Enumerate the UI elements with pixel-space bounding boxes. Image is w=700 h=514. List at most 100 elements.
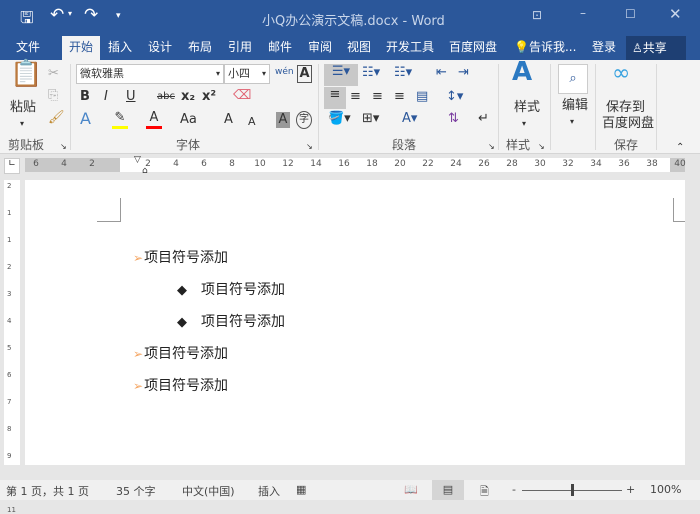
cut-icon[interactable]: ✂ bbox=[48, 66, 59, 82]
italic-button[interactable]: I bbox=[104, 89, 108, 105]
bullets-button[interactable]: ☰▾ bbox=[324, 64, 358, 86]
chevron-down-icon[interactable]: ▾ bbox=[570, 114, 574, 130]
font-color-button[interactable]: A bbox=[146, 110, 162, 129]
align-center-button[interactable]: ≡ bbox=[350, 89, 361, 105]
tab-view[interactable]: 视图 bbox=[347, 38, 371, 56]
maximize-icon[interactable]: ☐ bbox=[625, 7, 636, 21]
font-launcher-icon[interactable]: ↘ bbox=[306, 139, 313, 155]
borders-button[interactable]: ⊞▾ bbox=[362, 111, 379, 127]
insert-mode[interactable]: 插入 bbox=[258, 483, 280, 499]
customize-qat-icon[interactable]: ▾ bbox=[116, 11, 121, 21]
enclose-char-button[interactable]: 字 bbox=[296, 111, 312, 129]
chevron-down-icon[interactable]: ▾ bbox=[216, 65, 220, 83]
read-mode-icon[interactable]: 📖 bbox=[404, 483, 418, 496]
list-item[interactable]: ➢项目符号添加 bbox=[133, 376, 228, 396]
minimize-icon[interactable]: – bbox=[580, 6, 586, 20]
styles-launcher-icon[interactable]: ↘ bbox=[538, 139, 545, 155]
web-layout-icon[interactable]: 🗎 bbox=[480, 483, 489, 502]
strikethrough-button[interactable]: abc bbox=[157, 89, 175, 105]
zoom-in-button[interactable]: + bbox=[626, 483, 635, 496]
print-layout-icon[interactable]: ▤ bbox=[432, 480, 464, 500]
close-icon[interactable]: ✕ bbox=[669, 5, 682, 23]
undo-dropdown-icon[interactable]: ▾ bbox=[68, 9, 72, 18]
language[interactable]: 中文(中国) bbox=[182, 483, 235, 499]
justify-button[interactable]: ≡ bbox=[394, 89, 405, 105]
tab-baidu[interactable]: 百度网盘 bbox=[449, 38, 497, 56]
line-spacing-button[interactable]: ↕▾ bbox=[446, 89, 463, 105]
sort-button[interactable]: ⇅ bbox=[448, 111, 459, 127]
tab-insert[interactable]: 插入 bbox=[108, 38, 132, 56]
page-count[interactable]: 第 1 页，共 1 页 bbox=[6, 483, 89, 499]
hanging-indent-marker[interactable]: ⌂ bbox=[142, 166, 148, 176]
shading-button[interactable]: 🪣▾ bbox=[328, 111, 351, 127]
list-item[interactable]: ◆ 项目符号添加 bbox=[177, 280, 285, 301]
tab-design[interactable]: 设计 bbox=[148, 38, 172, 56]
bold-button[interactable]: B bbox=[80, 89, 90, 105]
tab-selector-icon[interactable]: ∟ bbox=[4, 158, 20, 174]
vertical-ruler[interactable]: 211234567891011 bbox=[4, 180, 20, 514]
save-to-baidu-line1[interactable]: 保存到 bbox=[606, 100, 645, 116]
format-painter-icon[interactable]: 🖌 bbox=[48, 110, 65, 126]
char-spacing-button[interactable]: A▾ bbox=[402, 111, 417, 127]
editing-button[interactable]: 编辑 bbox=[562, 98, 588, 114]
change-case-button[interactable]: Aa bbox=[180, 112, 197, 128]
zoom-level[interactable]: 100% bbox=[650, 483, 681, 496]
first-line-indent-marker[interactable]: ▽ bbox=[134, 155, 141, 165]
collapse-ribbon-icon[interactable]: ⌃ bbox=[676, 140, 684, 156]
tab-file[interactable]: 文件 bbox=[16, 38, 40, 56]
horizontal-ruler[interactable]: ∟ 6 4 2 2 4 6 8 10 12 14 16 18 20 22 24 26 28 30 32 34 36 38 4… bbox=[0, 155, 700, 176]
increase-indent-button[interactable]: ⇥ bbox=[458, 65, 469, 81]
login-button[interactable]: 登录 bbox=[592, 38, 616, 56]
tab-home[interactable]: 开始 bbox=[62, 36, 101, 60]
font-name-field[interactable]: 微软雅黑 ▾ bbox=[76, 64, 224, 84]
redo-icon[interactable]: ↷ bbox=[84, 5, 98, 25]
multilevel-list-button[interactable]: ☷▾ bbox=[394, 65, 412, 81]
paragraph-launcher-icon[interactable]: ↘ bbox=[488, 139, 495, 155]
paste-button[interactable]: 粘贴 bbox=[10, 100, 36, 116]
tab-layout[interactable]: 布局 bbox=[188, 38, 212, 56]
chevron-down-icon[interactable]: ▾ bbox=[522, 116, 526, 132]
numbering-button[interactable]: ☷▾ bbox=[362, 65, 380, 81]
copy-icon[interactable]: ⎘ bbox=[48, 88, 58, 104]
tab-references[interactable]: 引用 bbox=[228, 38, 252, 56]
decrease-indent-button[interactable]: ⇤ bbox=[436, 65, 447, 81]
list-item[interactable]: ➢项目符号添加 bbox=[133, 344, 228, 364]
baidu-netdisk-icon[interactable]: ∞ bbox=[612, 63, 630, 85]
clear-formatting-icon[interactable]: ⌫ bbox=[233, 88, 251, 104]
tab-developer[interactable]: 开发工具 bbox=[386, 38, 434, 56]
document-page[interactable]: ➢项目符号添加 ◆ 项目符号添加 ◆ 项目符号添加 ➢项目符号添加 ➢项目符号添加 bbox=[25, 180, 685, 465]
font-size-field[interactable]: 小四 ▾ bbox=[224, 64, 270, 84]
tell-me[interactable]: 💡告诉我... bbox=[514, 38, 576, 56]
undo-icon[interactable]: ↶ bbox=[50, 5, 64, 25]
macro-icon[interactable]: ▦ bbox=[296, 483, 306, 496]
search-icon[interactable]: ⌕ bbox=[558, 64, 588, 94]
paste-icon[interactable]: 📋 bbox=[10, 61, 42, 87]
styles-icon[interactable]: A bbox=[512, 59, 532, 85]
subscript-button[interactable]: x₂ bbox=[181, 89, 195, 105]
restore-ribbon-icon[interactable]: ⊡ bbox=[532, 8, 542, 22]
list-item[interactable]: ➢项目符号添加 bbox=[133, 248, 228, 268]
char-shading-button[interactable]: A bbox=[276, 112, 290, 128]
phonetic-guide-icon[interactable]: wén bbox=[275, 64, 294, 80]
show-marks-button[interactable]: ↵ bbox=[478, 111, 489, 127]
align-left-button[interactable]: ≡ bbox=[324, 87, 346, 109]
align-right-button[interactable]: ≡ bbox=[372, 89, 383, 105]
list-item[interactable]: ◆ 项目符号添加 bbox=[177, 312, 285, 333]
superscript-button[interactable]: x² bbox=[202, 89, 216, 105]
clipboard-launcher-icon[interactable]: ↘ bbox=[60, 139, 67, 155]
shrink-font-button[interactable]: A bbox=[248, 114, 256, 130]
text-effects-button[interactable]: A bbox=[80, 111, 91, 127]
zoom-slider-thumb[interactable] bbox=[571, 484, 574, 496]
tab-mailings[interactable]: 邮件 bbox=[268, 38, 292, 56]
save-to-baidu-line2[interactable]: 百度网盘 bbox=[602, 116, 654, 132]
chevron-down-icon[interactable]: ▾ bbox=[262, 65, 266, 83]
zoom-out-button[interactable]: - bbox=[512, 483, 516, 496]
paste-dropdown-icon[interactable]: ▾ bbox=[20, 116, 24, 132]
highlight-button[interactable]: ✎ bbox=[112, 110, 128, 129]
distributed-button[interactable]: ▤ bbox=[416, 89, 428, 105]
underline-button[interactable]: U bbox=[126, 89, 136, 105]
char-border-icon[interactable]: A bbox=[297, 65, 312, 83]
grow-font-button[interactable]: A bbox=[224, 112, 233, 128]
word-count[interactable]: 35 个字 bbox=[116, 483, 156, 499]
styles-button[interactable]: 样式 bbox=[514, 100, 540, 116]
